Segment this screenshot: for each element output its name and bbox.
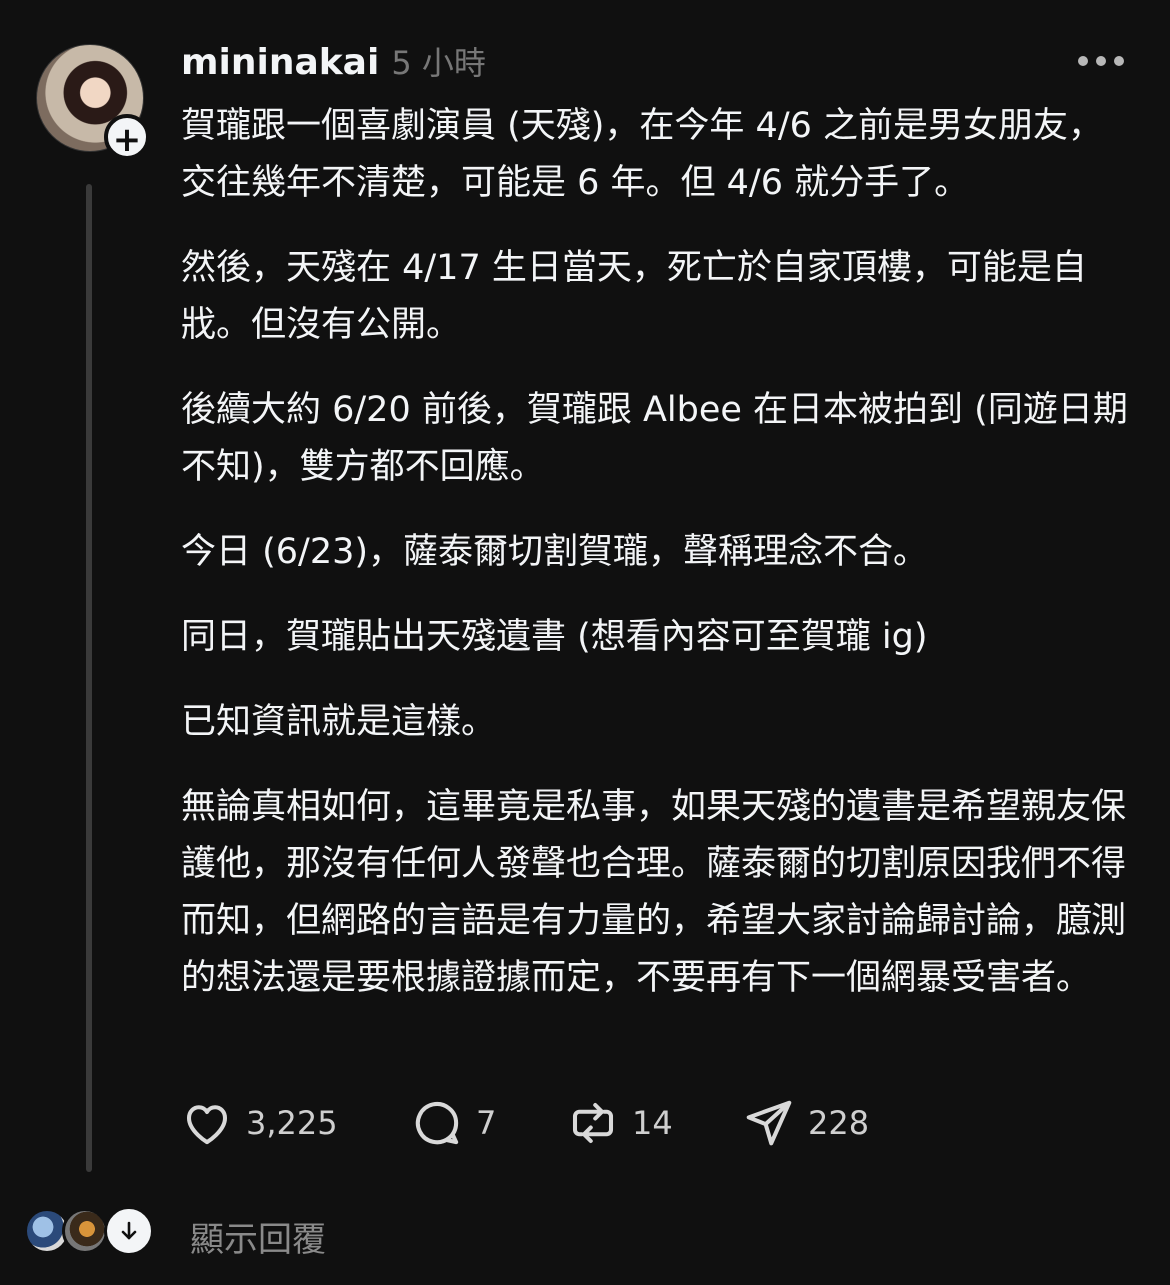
- like-count: 3,225: [246, 1104, 338, 1142]
- comment-count: 7: [476, 1104, 497, 1142]
- post-paragraph: 後續大約 6/20 前後，賀瓏跟 Albee 在日本被拍到 (同遊日期不知)，雙…: [181, 390, 1128, 487]
- comment-button[interactable]: 7: [410, 1096, 496, 1150]
- heart-icon: [186, 1105, 228, 1145]
- plus-icon: +: [112, 120, 142, 160]
- comment-icon: [415, 1101, 459, 1145]
- share-count: 228: [808, 1104, 870, 1142]
- post-actions: 3,225 7 14 228: [180, 1096, 940, 1152]
- reply-avatar: [62, 1208, 108, 1254]
- post-body: 賀瓏跟一個喜劇演員 (天殘)，在今年 4/6 之前是男女朋友，交往幾年不清楚，可…: [181, 98, 1131, 1035]
- arrow-down-icon: [121, 1221, 137, 1240]
- more-dot: [1078, 56, 1088, 66]
- show-replies-link[interactable]: 顯示回覆: [190, 1212, 326, 1261]
- repost-count: 14: [632, 1104, 673, 1142]
- more-options-icon[interactable]: [1078, 52, 1124, 70]
- post-paragraph: 賀瓏跟一個喜劇演員 (天殘)，在今年 4/6 之前是男女朋友，交往幾年不清楚，可…: [181, 106, 1104, 203]
- author-avatar-container[interactable]: +: [36, 44, 150, 160]
- replies-bar: 顯示回覆: [24, 1204, 424, 1260]
- post-paragraph: 今日 (6/23)，薩泰爾切割賀瓏，聲稱理念不合。: [181, 532, 929, 572]
- follow-button[interactable]: +: [104, 114, 150, 160]
- username-link[interactable]: mininakai: [181, 42, 379, 83]
- expand-replies-button[interactable]: [104, 1206, 154, 1256]
- post-paragraph: 同日，賀瓏貼出天殘遺書 (想看內容可至賀瓏 ig): [181, 617, 928, 657]
- repost-button[interactable]: 14: [566, 1096, 673, 1150]
- post-timestamp: 5 小時: [391, 44, 486, 82]
- post-paragraph: 已知資訊就是這樣。: [181, 702, 497, 742]
- like-button[interactable]: 3,225: [180, 1096, 338, 1150]
- more-dot: [1096, 56, 1106, 66]
- send-icon: [746, 1100, 792, 1146]
- post-paragraph: 然後，天殘在 4/17 生日當天，死亡於自家頂樓，可能是自戕。但沒有公開。: [181, 248, 1087, 345]
- more-dot: [1114, 56, 1124, 66]
- repost-icon: [572, 1102, 614, 1144]
- thread-line: [86, 184, 92, 1172]
- post-header: mininakai 5 小時: [181, 38, 486, 84]
- share-button[interactable]: 228: [742, 1096, 869, 1150]
- post-paragraph: 無論真相如何，這畢竟是私事，如果天殘的遺書是希望親友保護他，那沒有任何人發聲也合…: [181, 787, 1127, 998]
